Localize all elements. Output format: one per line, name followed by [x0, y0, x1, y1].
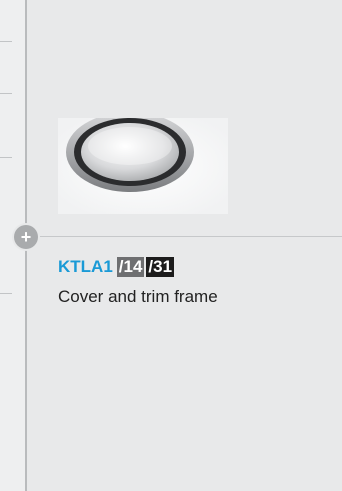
product-description: Cover and trim frame — [58, 287, 218, 306]
product-code[interactable]: KTLA1 — [58, 257, 113, 276]
round-cover-trim-frame-icon — [58, 112, 228, 214]
expand-plus-icon[interactable]: + — [14, 225, 38, 249]
timeline-tick — [0, 41, 12, 42]
variant-badge-31[interactable]: /31 — [146, 257, 175, 277]
timeline-tick — [0, 157, 12, 158]
product-code-line: KTLA1/14/31 — [58, 256, 175, 278]
timeline-tick — [0, 293, 12, 294]
variant-badge-14[interactable]: /14 — [116, 257, 145, 277]
timeline-tick — [0, 93, 12, 94]
row-divider — [27, 236, 342, 237]
product-image — [58, 112, 228, 214]
